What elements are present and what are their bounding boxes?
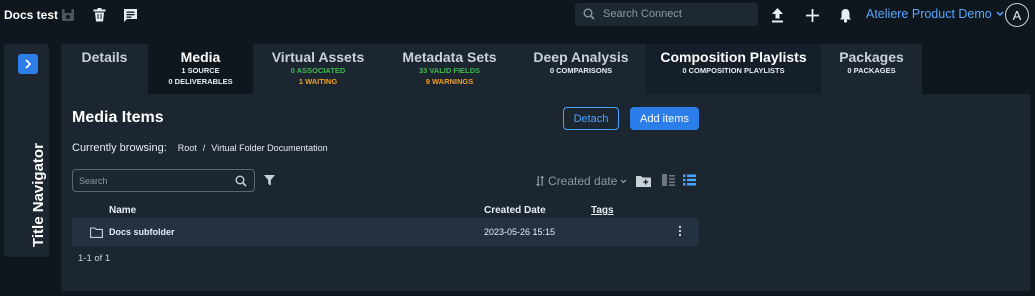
tab-details-label: Details bbox=[81, 49, 128, 65]
page-title: Media Items bbox=[72, 109, 164, 126]
media-panel bbox=[61, 94, 1030, 291]
row-created: 2023-05-26 15:15 bbox=[484, 227, 556, 237]
upload-icon[interactable] bbox=[767, 5, 787, 25]
new-folder-icon[interactable] bbox=[636, 174, 651, 187]
navigator-label: Title Navigator bbox=[30, 143, 47, 247]
more-vertical-icon[interactable] bbox=[678, 225, 682, 237]
row-name[interactable]: Docs subfolder bbox=[109, 227, 175, 237]
user-name: Ateliere Product Demo bbox=[866, 7, 992, 21]
tab-metadata-sets-label: Metadata Sets bbox=[402, 49, 497, 65]
global-search-input[interactable]: Search Connect bbox=[575, 3, 758, 26]
tab-packages-count: 0 PACKAGES bbox=[847, 66, 896, 75]
list-view-icon[interactable] bbox=[683, 174, 696, 186]
tab-details[interactable]: Details bbox=[61, 44, 148, 94]
tab-media-deliverables: 0 DELIVERABLES bbox=[168, 77, 233, 86]
tab-virtual-assets[interactable]: Virtual Assets 0 ASSOCIATED 1 WAITING bbox=[253, 44, 383, 94]
tab-metadata-valid: 33 VALID FIELDS bbox=[418, 66, 481, 75]
tab-deep-analysis-comparisons: 0 COMPARISONS bbox=[549, 66, 613, 75]
save-icon[interactable] bbox=[58, 5, 78, 25]
tab-packages[interactable]: Packages 0 PACKAGES bbox=[821, 44, 922, 94]
breadcrumb-current[interactable]: Virtual Folder Documentation bbox=[211, 143, 327, 153]
add-items-button[interactable]: Add items bbox=[630, 107, 699, 130]
comment-icon[interactable] bbox=[120, 5, 140, 25]
column-created-header[interactable]: Created Date bbox=[484, 205, 546, 216]
search-icon bbox=[583, 8, 595, 20]
trash-icon[interactable] bbox=[89, 5, 109, 25]
pagination: 1-1 of 1 bbox=[78, 253, 111, 264]
media-table: Name Created Date Tags Docs subfolder 20… bbox=[72, 204, 699, 246]
table-row[interactable]: Docs subfolder 2023-05-26 15:15 bbox=[72, 218, 699, 246]
tab-media-label: Media bbox=[180, 49, 221, 65]
media-search-input[interactable]: Search bbox=[72, 169, 255, 192]
detach-button[interactable]: Detach bbox=[563, 107, 619, 130]
tab-deep-analysis[interactable]: Deep Analysis 0 COMPARISONS bbox=[516, 44, 646, 94]
tab-composition-playlists-label: Composition Playlists bbox=[660, 49, 807, 65]
avatar[interactable]: A bbox=[1005, 3, 1029, 27]
tab-virtual-assets-label: Virtual Assets bbox=[271, 49, 365, 65]
tab-composition-playlists-count: 0 COMPOSITION PLAYLISTS bbox=[682, 66, 785, 75]
tab-deep-analysis-label: Deep Analysis bbox=[533, 49, 629, 65]
filter-icon[interactable] bbox=[264, 175, 275, 186]
chevron-down-icon bbox=[996, 11, 1004, 17]
tab-virtual-assets-associated: 0 ASSOCIATED bbox=[290, 66, 346, 75]
breadcrumb-root[interactable]: Root bbox=[178, 143, 197, 153]
tab-virtual-assets-waiting: 1 WAITING bbox=[298, 77, 338, 86]
chevron-right-icon bbox=[25, 59, 32, 69]
sort-dropdown[interactable]: Created date bbox=[536, 174, 627, 188]
breadcrumb-separator: / bbox=[202, 143, 206, 153]
column-tags-header[interactable]: Tags bbox=[591, 205, 614, 216]
tab-media[interactable]: Media 1 SOURCE 0 DELIVERABLES bbox=[148, 44, 253, 94]
global-search-placeholder: Search Connect bbox=[603, 8, 682, 20]
tab-packages-label: Packages bbox=[839, 49, 904, 65]
user-menu[interactable]: Ateliere Product Demo bbox=[866, 7, 1004, 21]
tab-media-sources: 1 SOURCE bbox=[181, 66, 220, 75]
browsing-label: Currently browsing: bbox=[72, 142, 167, 154]
chevron-down-icon bbox=[620, 179, 627, 183]
tab-metadata-warnings: 9 WARNINGS bbox=[425, 77, 474, 86]
tab-bar: Details Media 1 SOURCE 0 DELIVERABLES Vi… bbox=[61, 44, 1030, 94]
breadcrumb: Currently browsing: Root / Virtual Folde… bbox=[72, 142, 328, 154]
navigator-toggle-button[interactable] bbox=[18, 54, 38, 74]
bell-icon[interactable] bbox=[835, 5, 855, 25]
table-header: Name Created Date Tags bbox=[72, 204, 699, 218]
plus-icon[interactable] bbox=[802, 5, 822, 25]
tab-composition-playlists[interactable]: Composition Playlists 0 COMPOSITION PLAY… bbox=[646, 44, 821, 94]
title-navigator: Title Navigator bbox=[4, 44, 49, 257]
app-title: Docs test bbox=[4, 8, 59, 22]
folder-icon bbox=[90, 227, 103, 238]
top-bar: Docs test Search Connect Ateliere Produc… bbox=[0, 0, 1035, 30]
column-name-header[interactable]: Name bbox=[109, 205, 136, 216]
sort-label: Created date bbox=[548, 174, 618, 188]
sort-icon bbox=[536, 175, 545, 187]
search-icon bbox=[235, 175, 247, 187]
media-search-placeholder: Search bbox=[79, 176, 108, 186]
tab-metadata-sets[interactable]: Metadata Sets 33 VALID FIELDS 9 WARNINGS bbox=[383, 44, 516, 94]
split-view-icon[interactable] bbox=[662, 174, 675, 186]
